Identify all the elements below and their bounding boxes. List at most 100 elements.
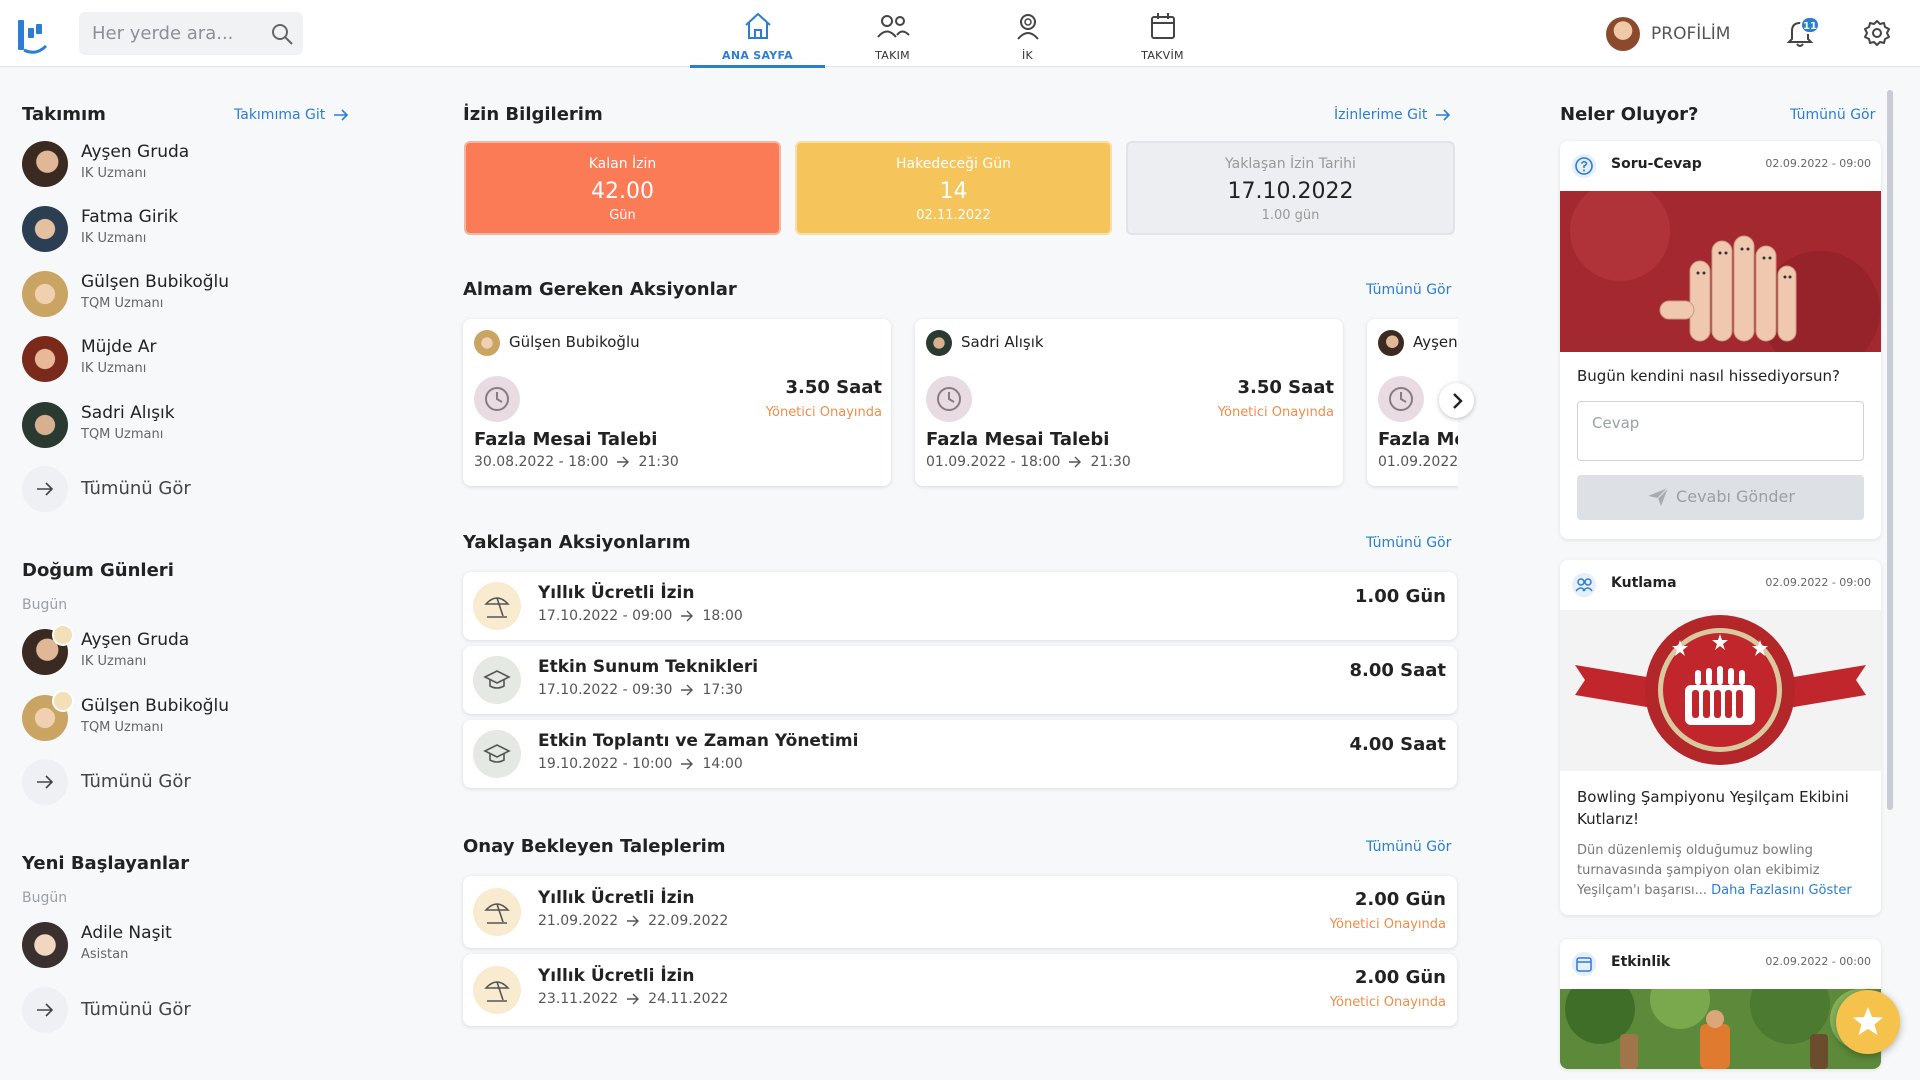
upcoming-item[interactable]: Yıllık Ücretli İzin 17.10.2022 - 09:00 18… (463, 572, 1457, 640)
nav-calendar[interactable]: TAKVİM (1095, 0, 1230, 67)
person-role: TQM Uzmanı (81, 720, 164, 735)
search-input[interactable]: Her yerde ara... (92, 23, 233, 44)
search-icon[interactable] (270, 22, 294, 46)
team-member[interactable]: Ayşen Gruda IK Uzmanı (22, 138, 342, 188)
calendar-icon (1572, 952, 1596, 976)
item-amount: 2.00 Gün (1354, 967, 1446, 988)
leave-link[interactable]: İzinlerime Git (1334, 107, 1451, 123)
app-logo[interactable] (16, 16, 50, 56)
feed-see-all-link[interactable]: Tümünü Gör (1790, 107, 1875, 123)
profile-label[interactable]: PROFİLİM (1651, 24, 1730, 44)
post-date: 02.09.2022 - 09:00 (1765, 576, 1871, 589)
date-from: 01.09.2022 - 18:00 (926, 454, 1061, 470)
member-role: IK Uzmanı (81, 166, 147, 181)
clock-icon (926, 376, 972, 422)
avatar (22, 922, 68, 968)
upcoming-item[interactable]: Etkin Toplantı ve Zaman Yönetimi 19.10.2… (463, 720, 1457, 788)
see-all-label[interactable]: Tümünü Gör (81, 478, 191, 499)
item-amount: 4.00 Saat (1349, 734, 1446, 755)
avatar (22, 402, 68, 448)
people-icon (1572, 573, 1596, 597)
arrow-right-icon (627, 993, 640, 1005)
pending-see-all-link[interactable]: Tümünü Gör (1366, 839, 1451, 855)
member-name: Fatma Girik (81, 207, 179, 227)
nav-hr[interactable]: İK (960, 0, 1095, 67)
member-role: TQM Uzmanı (81, 296, 164, 311)
date-to: 24.11.2022 (648, 991, 729, 1007)
search-box[interactable]: Her yerde ara... (79, 12, 303, 55)
pending-item[interactable]: Yıllık Ücretli İzin 23.11.2022 24.11.2022… (463, 954, 1457, 1026)
carousel-next-button[interactable] (1439, 383, 1474, 418)
member-name: Müjde Ar (81, 337, 157, 357)
action-status: Yönetici Onayında (765, 405, 882, 420)
action-date: 30.08.2022 - 18:00 21:30 (474, 454, 679, 470)
top-bar: Her yerde ara... ANA SAYFA TAKIM İK TAKV… (0, 0, 1920, 68)
arrow-right-icon (627, 915, 640, 927)
fingers-emotions-image (1560, 191, 1881, 352)
see-all-label[interactable]: Tümünü Gör (81, 771, 191, 792)
pending-item[interactable]: Yıllık Ücretli İzin 21.09.2022 22.09.2022… (463, 876, 1457, 948)
action-card[interactable]: Sadri Alışık 3.50 Saat Yönetici Onayında… (915, 319, 1343, 486)
team-member[interactable]: Gülşen Bubikoğlu TQM Uzmanı (22, 268, 342, 318)
item-date: 21.09.2022 22.09.2022 (538, 913, 728, 929)
avatar (22, 336, 68, 382)
stat-value: 42.00 (591, 179, 654, 204)
team-member[interactable]: Müjde Ar IK Uzmanı (22, 333, 342, 383)
gear-icon[interactable] (1862, 18, 1892, 48)
date-to: 21:30 (1090, 454, 1131, 470)
team-member[interactable]: Fatma Girik IK Uzmanı (22, 203, 342, 253)
favorites-button[interactable] (1836, 990, 1900, 1054)
read-more-link[interactable]: Daha Fazlasını Göster (1711, 883, 1852, 898)
person-name: Adile Naşit (81, 923, 172, 943)
team-see-all-button[interactable]: Tümünü Gör (22, 464, 262, 514)
answer-input[interactable]: Cevap (1577, 401, 1864, 461)
upcoming-see-all-link[interactable]: Tümünü Gör (1366, 535, 1451, 551)
nav-active-indicator (690, 65, 825, 68)
person-name: Ayşen Gruda (81, 630, 190, 650)
item-status: Yönetici Onayında (1329, 995, 1446, 1010)
send-answer-button[interactable]: Cevabı Gönder (1577, 475, 1864, 520)
team-title: Takımım (22, 104, 106, 125)
date-from: 19.10.2022 - 10:00 (538, 756, 673, 772)
leave-remaining-card[interactable]: Kalan İzin 42.00 Gün (464, 141, 781, 235)
nav-hr-label: İK (1021, 49, 1034, 62)
stat-sub: Gün (609, 208, 636, 223)
team-member[interactable]: Sadri Alışık TQM Uzmanı (22, 399, 342, 449)
celebration-post: Kutlama 02.09.2022 - 09:00 Bowling Şampi… (1560, 560, 1881, 915)
action-date: 01.09.2022 (1378, 454, 1458, 470)
birthday-person[interactable]: Ayşen Gruda IK Uzmanı (22, 624, 342, 676)
team-link[interactable]: Takımıma Git (234, 107, 349, 123)
upcoming-leave-card[interactable]: Yaklaşan İzin Tarihi 17.10.2022 1.00 gün (1126, 141, 1455, 235)
post-type: Etkinlik (1611, 954, 1671, 970)
upcoming-item[interactable]: Etkin Sunum Teknikleri 17.10.2022 - 09:3… (463, 646, 1457, 714)
birthdays-see-all-button[interactable]: Tümünü Gör (22, 757, 262, 807)
avatar[interactable] (1606, 17, 1640, 51)
nav-home[interactable]: ANA SAYFA (690, 0, 825, 68)
nav-team[interactable]: TAKIM (825, 0, 960, 67)
item-date: 23.11.2022 24.11.2022 (538, 991, 728, 1007)
nav-team-label: TAKIM (875, 49, 910, 62)
item-title: Yıllık Ücretli İzin (538, 583, 695, 603)
actions-see-all-link[interactable]: Tümünü Gör (1366, 282, 1451, 298)
scrollbar-thumb[interactable] (1887, 90, 1893, 810)
see-all-label[interactable]: Tümünü Gör (81, 999, 191, 1020)
team-link-label[interactable]: Takımıma Git (234, 107, 325, 123)
leave-link-label[interactable]: İzinlerime Git (1334, 107, 1427, 123)
cake-icon (52, 690, 74, 712)
newcomers-see-all-button[interactable]: Tümünü Gör (22, 985, 262, 1035)
arrow-right-icon (37, 775, 54, 789)
leave-accrue-card[interactable]: Hakedeceği Gün 14 02.11.2022 (795, 141, 1112, 235)
member-name: Ayşen Gruda (81, 142, 190, 162)
item-title: Yıllık Ücretli İzin (538, 966, 695, 986)
date-to: 18:00 (702, 608, 743, 624)
item-date: 19.10.2022 - 10:00 14:00 (538, 756, 743, 772)
birthday-person[interactable]: Gülşen Bubikoğlu TQM Uzmanı (22, 690, 342, 742)
graduation-cap-icon (473, 656, 521, 704)
member-name: Sadri Alışık (81, 403, 175, 423)
action-card[interactable]: Gülşen Bubikoğlu 3.50 Saat Yönetici Onay… (463, 319, 891, 486)
post-body: Dün düzenlemiş olduğumuz bowling turnava… (1577, 841, 1872, 901)
feed-scrollbar[interactable] (1887, 90, 1893, 810)
newcomer-person[interactable]: Adile Naşit Asistan (22, 919, 342, 969)
nav-calendar-label: TAKVİM (1141, 49, 1184, 62)
upcoming-title: Yaklaşan Aksiyonlarım (463, 532, 691, 553)
